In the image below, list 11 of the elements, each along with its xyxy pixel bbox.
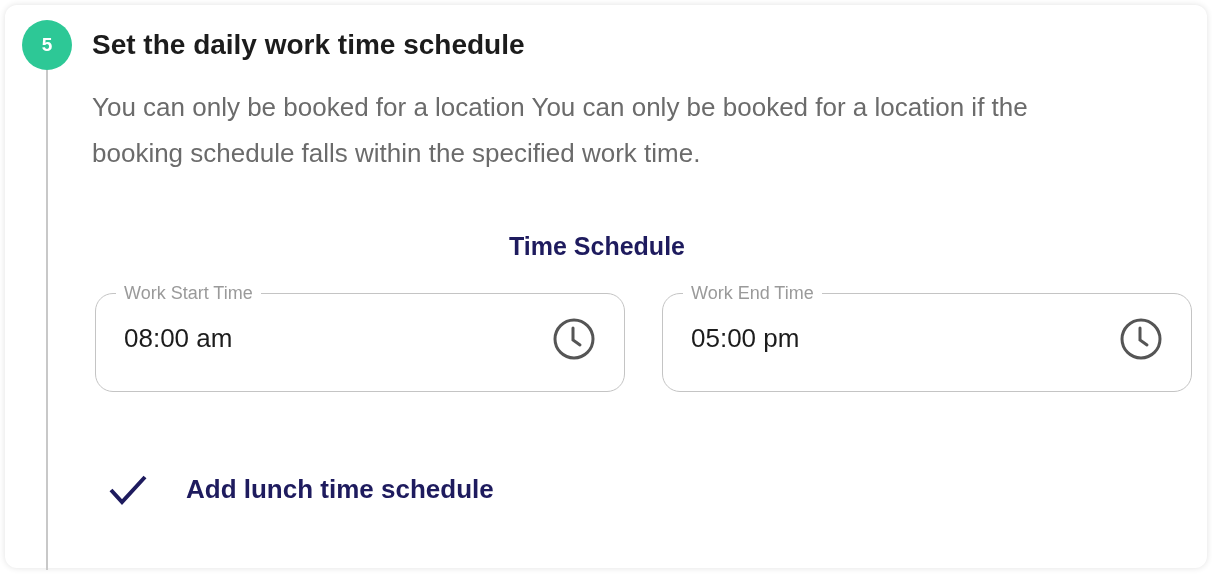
checkbox-label[interactable]: Add lunch time schedule xyxy=(186,469,494,509)
field-value: 08:00 am xyxy=(124,322,234,355)
field-value: 05:00 pm xyxy=(691,322,801,355)
clock-icon[interactable] xyxy=(552,316,596,361)
clock-icon[interactable] xyxy=(1119,316,1163,361)
section-title: Time Schedule xyxy=(509,231,685,262)
step-title: Set the daily work time schedule xyxy=(92,28,525,62)
step-number: 5 xyxy=(22,20,72,70)
step-description: You can only be booked for a location You can only be booked for a location if the booking schedule falls within the specified work time. xyxy=(92,91,1029,170)
field-label: Work Start Time xyxy=(123,281,254,305)
field-label: Work End Time xyxy=(690,281,815,305)
